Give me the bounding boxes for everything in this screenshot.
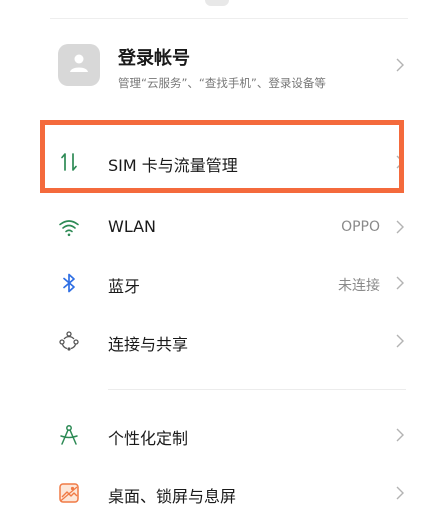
settings-screen: 登录帐号 管理“云服务”、“查找手机”、登录设备等 SIM 卡与流量管理 WLA…	[0, 0, 438, 517]
personalization-label: 个性化定制	[108, 429, 189, 448]
chevron-right-icon	[396, 486, 404, 500]
wifi-icon	[56, 214, 82, 240]
chevron-right-icon	[396, 58, 404, 72]
bluetooth-label: 蓝牙	[108, 277, 141, 296]
account-row[interactable]: 登录帐号 管理“云服务”、“查找手机”、登录设备等	[0, 38, 438, 98]
bluetooth-value: 未连接	[338, 278, 380, 294]
avatar	[58, 44, 100, 86]
sim-data-row[interactable]: SIM 卡与流量管理	[0, 141, 438, 185]
wallpaper-label: 桌面、锁屏与息屏	[108, 487, 237, 506]
account-title: 登录帐号	[118, 48, 190, 69]
account-subtitle: 管理“云服务”、“查找手机”、登录设备等	[118, 76, 326, 90]
wlan-row[interactable]: WLAN OPPO	[0, 206, 438, 250]
chevron-right-icon	[396, 220, 404, 234]
chevron-right-icon	[396, 155, 404, 169]
chevron-right-icon	[396, 428, 404, 442]
sim-data-icon	[56, 149, 82, 175]
top-tab-indicator	[205, 0, 229, 6]
section-divider	[108, 389, 406, 390]
connection-sharing-label: 连接与共享	[108, 335, 189, 354]
bluetooth-icon	[56, 270, 82, 296]
user-icon	[68, 52, 90, 78]
chevron-right-icon	[396, 334, 404, 348]
sim-data-label: SIM 卡与流量管理	[108, 156, 238, 175]
wallpaper-icon	[56, 480, 82, 506]
personalization-row[interactable]: 个性化定制	[0, 414, 438, 458]
connection-sharing-icon	[56, 328, 82, 354]
bluetooth-row[interactable]: 蓝牙 未连接	[0, 262, 438, 306]
wallpaper-row[interactable]: 桌面、锁屏与息屏	[0, 472, 438, 516]
connection-sharing-row[interactable]: 连接与共享	[0, 320, 438, 364]
wlan-label: WLAN	[108, 217, 157, 236]
top-divider	[50, 18, 408, 19]
personalization-icon	[56, 422, 82, 448]
wlan-value: OPPO	[341, 219, 380, 235]
chevron-right-icon	[396, 276, 404, 290]
